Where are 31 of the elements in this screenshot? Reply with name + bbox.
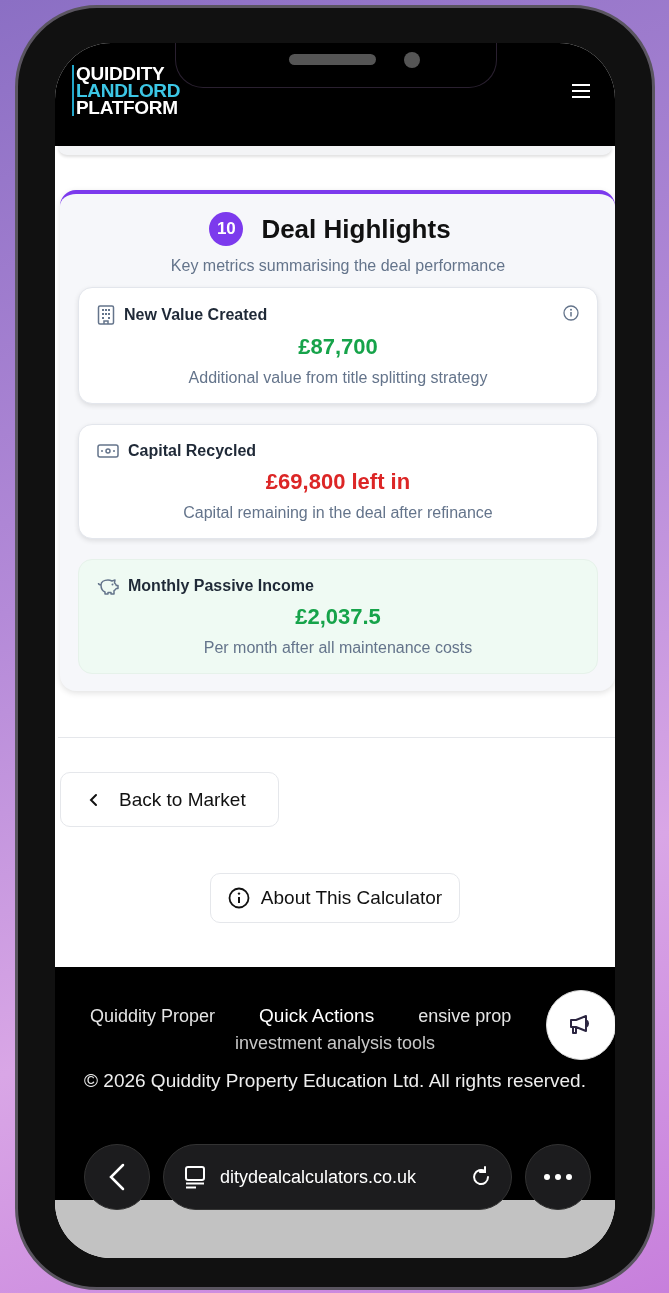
banknote-icon <box>97 444 119 458</box>
metric-value: £69,800 left in <box>265 469 411 495</box>
chevron-left-icon <box>109 1163 125 1191</box>
metric-value: £87,700 <box>298 334 378 360</box>
menu-icon[interactable] <box>572 84 590 98</box>
section-title: Deal Highlights <box>261 213 451 245</box>
address-bar[interactable]: ditydealcalculators.co.uk <box>163 1144 512 1210</box>
building-icon <box>97 305 115 325</box>
copyright-text: © 2026 Quiddity Property Education Ltd. All rights reserved. <box>84 1070 586 1092</box>
metric-title: Capital Recycled <box>128 442 257 460</box>
about-button[interactable]: About This Calculator <box>209 873 461 923</box>
footer-text: ensive prop <box>418 1006 512 1027</box>
metric-description: Per month after all maintenance costs <box>203 639 473 657</box>
footer-text: investment analysis tools <box>234 1033 436 1054</box>
metric-title: New Value Created <box>124 306 268 324</box>
footer-text: Quiddity Proper <box>90 1006 216 1027</box>
metric-description: Capital remaining in the deal after refinance <box>183 504 493 522</box>
url-text: ditydealcalculators.co.uk <box>220 1166 418 1188</box>
step-number: 10 <box>209 212 244 246</box>
chevron-left-icon <box>89 791 99 808</box>
section-subtitle: Key metrics summarising the deal performance <box>169 257 507 275</box>
more-icon <box>543 1173 573 1181</box>
reader-icon <box>184 1165 206 1189</box>
metric-description: Additional value from title splitting strategy <box>188 369 488 387</box>
info-icon <box>227 887 250 909</box>
back-button[interactable]: Back to Market <box>60 772 279 827</box>
info-icon[interactable] <box>563 305 579 321</box>
piggy-bank-icon <box>97 577 119 595</box>
metric-title: Monthly Passive Income <box>128 577 314 595</box>
metric-value: £2,037.5 <box>295 604 381 630</box>
quick-actions-label: Quick Actions <box>259 1005 375 1027</box>
